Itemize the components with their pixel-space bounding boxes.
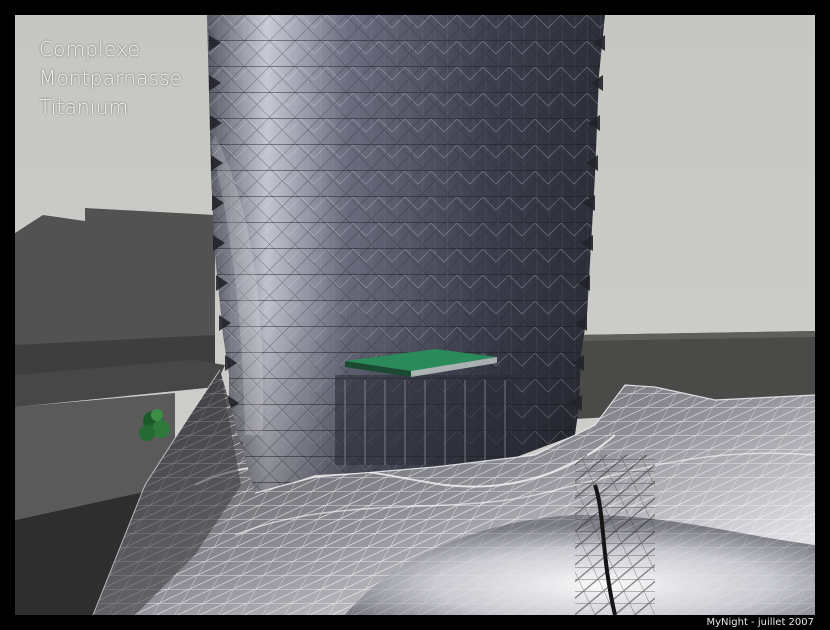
title-line-2: Montparnasse [39,66,183,90]
title-line-3: Titanium [39,95,129,119]
project-title: Complexe Montparnasse Titanium [39,35,182,122]
author-credit: MyNight - juillet 2007 [706,617,814,628]
tower [207,15,605,495]
architectural-rendering: Complexe Montparnasse Titanium [15,15,815,615]
image-frame: Complexe Montparnasse Titanium MyNight -… [0,0,830,630]
title-line-1: Complexe [39,37,141,61]
